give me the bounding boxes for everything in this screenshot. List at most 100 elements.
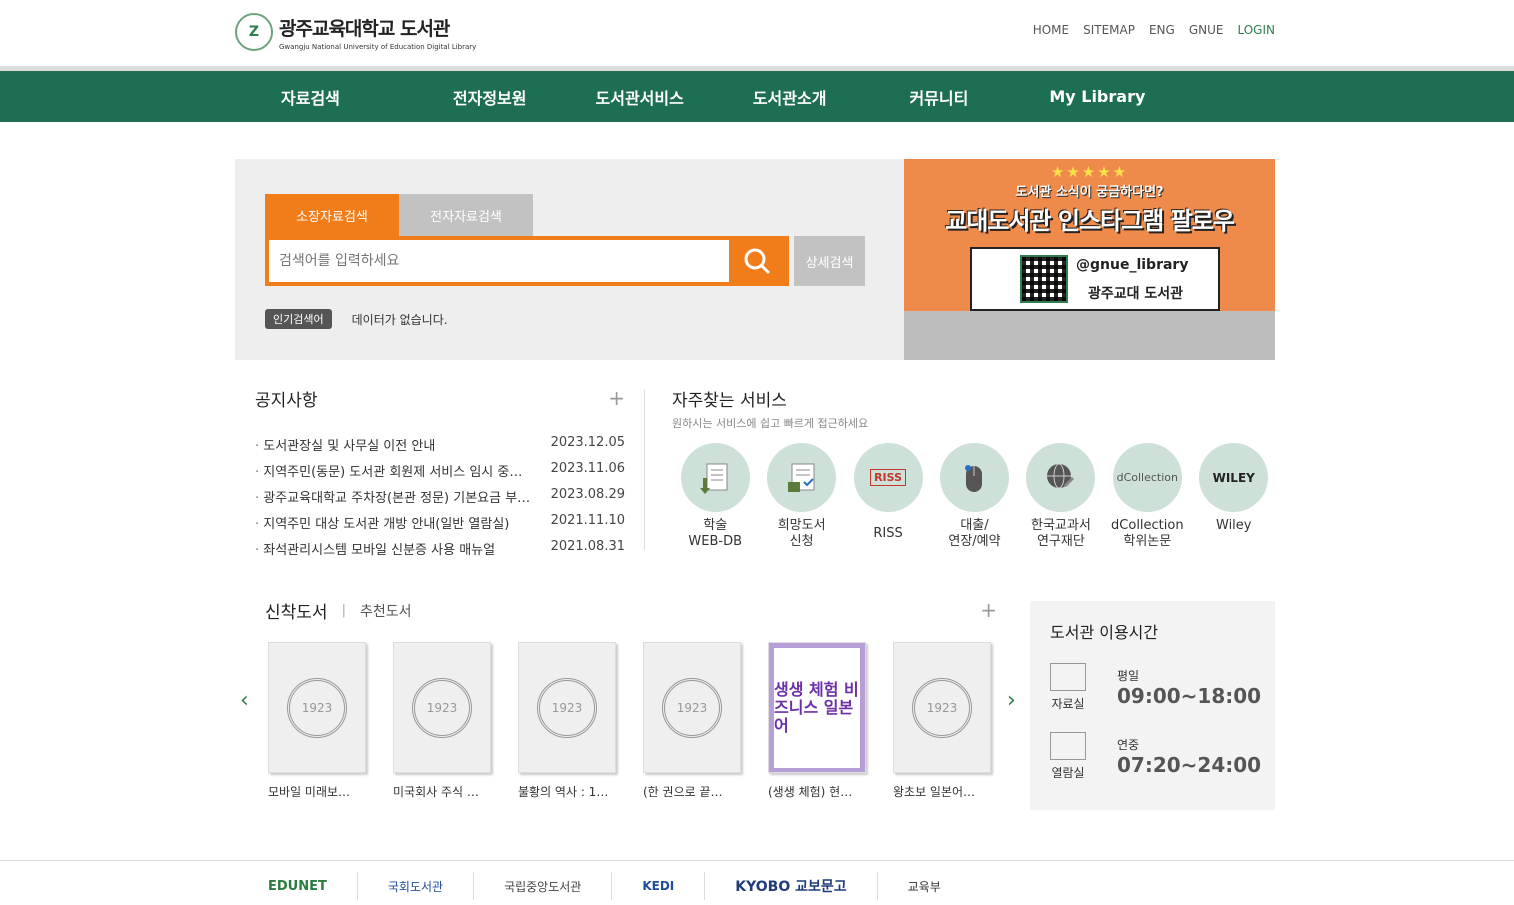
book-item[interactable]: 1923 (한 권으로 끝…: [643, 642, 741, 800]
utility-links: HOME SITEMAP ENG GNUE LOGIN: [1033, 23, 1275, 37]
util-home-link[interactable]: HOME: [1033, 23, 1069, 37]
notice-title: 공지사항: [255, 391, 318, 411]
service-label: 대출/ 연장/예약: [948, 518, 1001, 549]
banner-stars: ★★★★★: [1050, 163, 1129, 181]
service-web-db[interactable]: 학술 WEB-DB: [672, 443, 758, 550]
university-seal-icon: 1923: [287, 677, 347, 738]
tab-separator: |: [341, 603, 346, 618]
hours-time: 07:20~24:00: [1117, 753, 1262, 777]
service-dcollection[interactable]: dCollection dCollection 학위논문: [1104, 443, 1190, 550]
hours-title: 도서관 이용시간: [1050, 623, 1159, 642]
university-seal-icon: 1923: [412, 677, 472, 738]
header: Z 광주교육대학교 도서관 Gwangju National Universit…: [0, 0, 1514, 66]
notice-more-icon[interactable]: +: [608, 386, 625, 410]
nav-item-my-library[interactable]: My Library: [1049, 87, 1145, 106]
service-riss[interactable]: RISS RISS: [845, 443, 931, 550]
tab-recommended-books[interactable]: 추천도서: [360, 601, 412, 621]
services-section: 자주찾는 서비스 원하시는 서비스에 쉽고 빠르게 접근하세요 학술 WEB-D…: [672, 386, 1277, 550]
util-login-link[interactable]: LOGIN: [1237, 23, 1275, 37]
tab-holdings-search[interactable]: 소장자료검색: [265, 194, 399, 236]
books-more-icon[interactable]: +: [980, 598, 997, 622]
book-cover: 1923: [643, 642, 741, 773]
qr-code-icon: [1020, 255, 1068, 303]
tab-new-books[interactable]: 신착도서: [265, 598, 328, 623]
notice-item[interactable]: 광주교육대학교 주차장(본관 정문) 기본요금 부…2023.08.29: [255, 487, 625, 513]
chevron-left-icon[interactable]: ‹: [240, 688, 249, 713]
util-gnue-link[interactable]: GNUE: [1189, 23, 1224, 37]
footer-link-kedi[interactable]: KEDI: [642, 872, 706, 900]
footer-link-national-assembly-library[interactable]: 국회도서관: [388, 872, 475, 900]
book-title: 불황의 역사 : 1…: [518, 785, 609, 799]
book-title: (한 권으로 끝…: [643, 785, 723, 799]
footer-link-edunet[interactable]: EDUNET: [268, 872, 358, 900]
nav-item-community[interactable]: 커뮤니티: [909, 85, 968, 109]
notice-item[interactable]: 좌석관리시스템 모바일 신분증 사용 매뉴얼2021.08.31: [255, 539, 625, 565]
book-item[interactable]: 1923 모바일 미래보…: [268, 642, 366, 800]
banner-library-name: 광주교대 도서관: [1088, 286, 1184, 302]
banner-tray: [904, 311, 1275, 360]
banner-title: 교대도서관 인스타그램 팔로우: [945, 207, 1235, 235]
util-sitemap-link[interactable]: SITEMAP: [1083, 23, 1135, 37]
university-emblem-icon: Z: [235, 13, 273, 51]
footer-link-national-library[interactable]: 국립중앙도서관: [504, 872, 613, 900]
tab-e-resource-search[interactable]: 전자자료검색: [399, 194, 533, 236]
hours-row: 자료실 평일 09:00~18:00: [1050, 663, 1261, 712]
book-item[interactable]: 1923 왕초보 일본어…: [893, 642, 991, 800]
notice-item[interactable]: 지역주민(동문) 도서관 회원제 서비스 임시 중…2023.11.06: [255, 461, 625, 487]
book-cover: 1923: [518, 642, 616, 773]
service-label: 희망도서 신청: [777, 518, 826, 549]
book-title: (생생 체험) 현…: [768, 785, 853, 799]
wiley-logo-icon: WILEY: [1199, 443, 1269, 512]
study-room-icon: [1050, 732, 1086, 760]
services-title: 자주찾는 서비스: [672, 391, 787, 411]
riss-logo-icon: RISS: [853, 443, 923, 512]
logo-subtitle: Gwangju National University of Education…: [279, 42, 477, 51]
university-seal-icon: 1923: [912, 677, 972, 738]
search-input[interactable]: [269, 240, 729, 282]
advanced-search-button[interactable]: 상세검색: [794, 236, 865, 286]
banner-handle: @gnue_library: [1076, 257, 1189, 273]
book-cover: 1923: [393, 642, 491, 773]
nav-item-services[interactable]: 도서관서비스: [596, 85, 684, 109]
nav-item-search[interactable]: 자료검색: [281, 85, 340, 109]
service-label: dCollection 학위논문: [1111, 518, 1184, 549]
nav-item-about[interactable]: 도서관소개: [753, 85, 827, 109]
notice-item[interactable]: 지역주민 대상 도서관 개방 안내(일반 열람실)2021.11.10: [255, 513, 625, 539]
book-item[interactable]: 생생 체험 비즈니스 일본어 (생생 체험) 현…: [768, 642, 866, 800]
book-item[interactable]: 1923 미국회사 주식 …: [393, 642, 491, 800]
book-cover: 1923: [893, 642, 991, 773]
hours-time: 09:00~18:00: [1117, 684, 1262, 708]
logo-title: 광주교육대학교 도서관: [279, 17, 450, 40]
section-divider: [644, 390, 645, 550]
nav-item-e-resources[interactable]: 전자정보원: [453, 85, 527, 109]
util-eng-link[interactable]: ENG: [1149, 23, 1175, 37]
service-loan[interactable]: 대출/ 연장/예약: [931, 443, 1017, 550]
library-logo[interactable]: Z 광주교육대학교 도서관 Gwangju National Universit…: [235, 13, 476, 51]
popular-keywords-badge: 인기검색어: [265, 309, 332, 329]
hours-day: 평일: [1117, 669, 1140, 683]
search-panel: 소장자료검색 전자자료검색 상세검색 인기검색어 데이터가 없습니다.: [235, 159, 904, 360]
service-book-request[interactable]: 희망도서 신청: [758, 443, 844, 550]
hours-day: 연중: [1117, 738, 1140, 752]
reading-room-icon: [1050, 663, 1086, 691]
services-description: 원하시는 서비스에 쉽고 빠르게 접근하세요: [672, 417, 869, 430]
footer-link-kyobo[interactable]: KYOBO 교보문고: [735, 872, 878, 900]
notice-section: 공지사항 + 도서관장실 및 사무실 이전 안내2023.12.05 지역주민(…: [255, 386, 625, 565]
search-icon: [744, 248, 771, 275]
notice-item[interactable]: 도서관장실 및 사무실 이전 안내2023.12.05: [255, 435, 625, 461]
globe-icon: [1026, 443, 1096, 512]
service-label: RISS: [873, 526, 903, 541]
mouse-icon: [939, 443, 1009, 512]
library-hours: 도서관 이용시간 자료실 평일 09:00~18:00 열람실 연중 07:20~2…: [1030, 601, 1275, 810]
hours-place: 자료실: [1051, 697, 1085, 711]
instagram-banner[interactable]: ★★★★★ 도서관 소식이 궁금하다면? 교대도서관 인스타그램 팔로우 @gn…: [904, 159, 1275, 360]
hours-place: 열람실: [1051, 766, 1085, 780]
banner-card: @gnue_library 광주교대 도서관: [970, 247, 1220, 311]
service-wiley[interactable]: WILEY Wiley: [1191, 443, 1277, 550]
footer-link-ministry-of-education[interactable]: 교육부: [908, 872, 971, 900]
chevron-right-icon[interactable]: ›: [1007, 688, 1016, 713]
search-button[interactable]: [729, 240, 785, 282]
main-nav: 자료검색 전자정보원 도서관서비스 도서관소개 커뮤니티 My Library: [0, 71, 1514, 122]
service-textbook-foundation[interactable]: 한국교과서 연구재단: [1018, 443, 1104, 550]
book-item[interactable]: 1923 불황의 역사 : 1…: [518, 642, 616, 800]
